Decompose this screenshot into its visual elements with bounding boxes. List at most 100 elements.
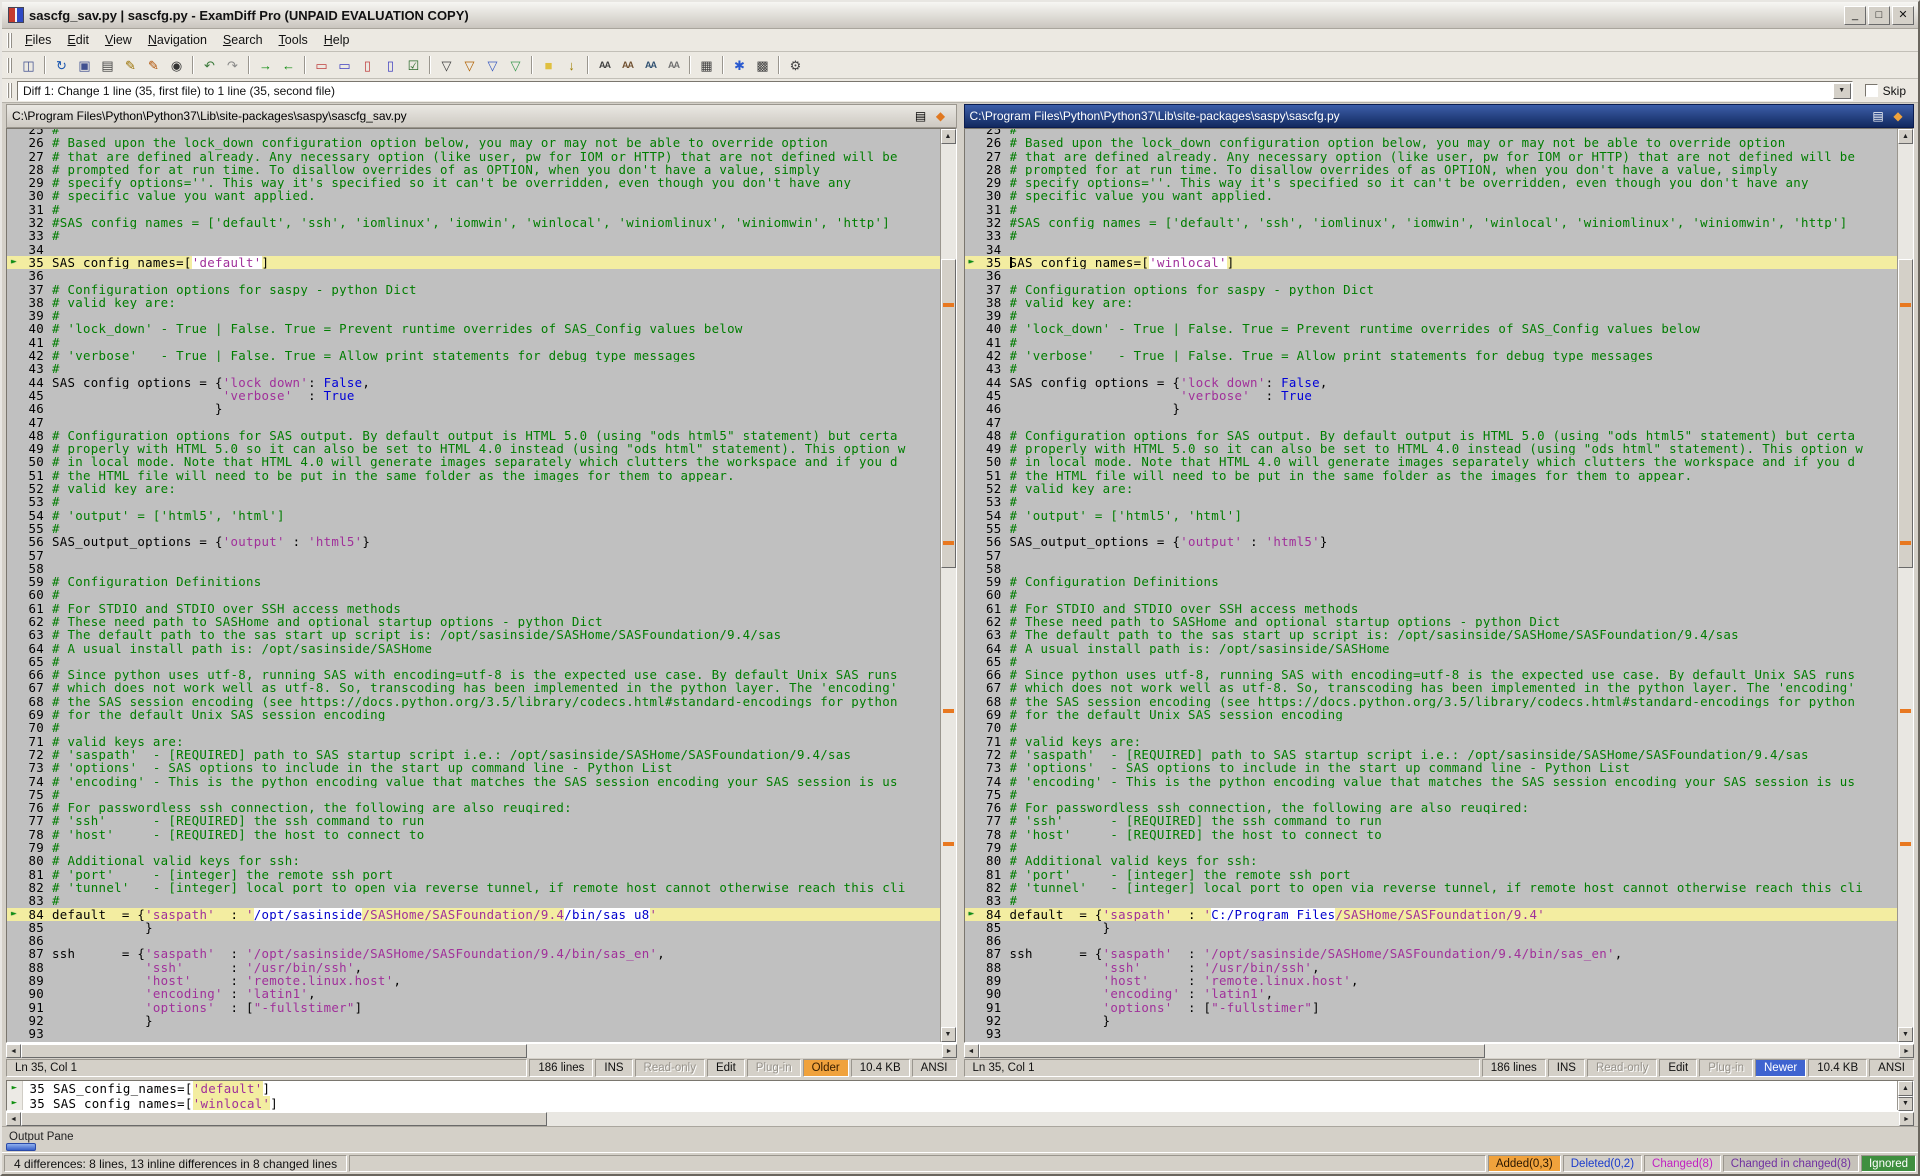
code-line-64[interactable]: 64# A usual install path is: /opt/sasins… [7,642,940,655]
options-button[interactable]: ⚙ [784,54,807,76]
menu-search[interactable]: Search [215,30,271,50]
swap-icon[interactable]: ◆ [1888,108,1908,125]
code-line-50[interactable]: 50# in local mode. Note that HTML 4.0 wi… [7,455,940,468]
right-horizontal-scrollbar[interactable]: ◄ ► [964,1043,1915,1058]
scroll-down-button[interactable]: ▼ [1898,1096,1913,1111]
scroll-left-button[interactable]: ◄ [6,1044,21,1058]
code-line-40[interactable]: 40# 'lock_down' - True | False. True = P… [965,322,1898,335]
code-line-31[interactable]: 31# [7,203,940,216]
code-line-79[interactable]: 79# [7,841,940,854]
scroll-right-button[interactable]: ► [942,1044,957,1058]
toolbar-grip[interactable] [7,58,12,73]
synchronize-button[interactable]: ✱ [728,54,751,76]
code-line-92[interactable]: 92 } [7,1014,940,1027]
code-line-32[interactable]: 32#SAS_config_names = ['default', 'ssh',… [965,216,1898,229]
code-line-36[interactable]: 36 [7,269,940,282]
code-line-67[interactable]: 67# which does not work well as utf-8. S… [965,681,1898,694]
code-line-54[interactable]: 54# 'output' = ['html5', 'html'] [7,509,940,522]
edit-first-file-button[interactable]: ✎ [119,54,142,76]
code-line-79[interactable]: 79# [965,841,1898,854]
code-line-45[interactable]: 45 'verbose' : True [965,389,1898,402]
minimize-button[interactable]: _ [1844,6,1866,25]
code-line-71[interactable]: 71# valid keys are: [7,735,940,748]
code-line-67[interactable]: 67# which does not work well as utf-8. S… [7,681,940,694]
code-line-58[interactable]: 58 [7,562,940,575]
code-line-41[interactable]: 41# [7,336,940,349]
right-pane-header[interactable]: C:\Program Files\Python\Python37\Lib\sit… [964,104,1915,128]
recompare-button[interactable]: ↻ [50,54,73,76]
code-line-70[interactable]: 70# [7,721,940,734]
diff-selector[interactable]: Diff 1: Change 1 line (35, first file) t… [17,81,1853,101]
code-line-62[interactable]: 62# These need path to SASHome and optio… [965,615,1898,628]
code-line-57[interactable]: 57 [7,549,940,562]
code-line-66[interactable]: 66# Since python uses utf-8, running SAS… [965,668,1898,681]
code-line-80[interactable]: 80# Additional valid keys for ssh: [965,854,1898,867]
code-line-47[interactable]: 47 [7,416,940,429]
highlight-inline-button[interactable]: ■ [537,54,560,76]
code-line-44[interactable]: 44SAS_config_options = {'lock_down': Fal… [7,376,940,389]
code-line-61[interactable]: 61# For STDIO and STDIO over SSH access … [7,602,940,615]
diff-line[interactable]: ►35SAS_config_names=['default'] [7,1081,1897,1096]
code-line-72[interactable]: 72# 'saspath' - [REQUIRED] path to SAS s… [965,748,1898,761]
code-line-91[interactable]: 91 'options' : ["-fullstimer"] [965,1001,1898,1014]
code-line-69[interactable]: 69# for the default Unix SAS session enc… [7,708,940,721]
code-line-52[interactable]: 52# valid key are: [965,482,1898,495]
code-line-50[interactable]: 50# in local mode. Note that HTML 4.0 wi… [965,455,1898,468]
menubar-grip[interactable] [7,33,12,48]
code-line-91[interactable]: 91 'options' : ["-fullstimer"] [7,1001,940,1014]
code-line-76[interactable]: 76# For passwordless ssh connection, the… [7,801,940,814]
chevron-down-icon[interactable]: ▼ [1833,83,1851,99]
code-line-54[interactable]: 54# 'output' = ['html5', 'html'] [965,509,1898,522]
code-line-28[interactable]: 28# prompted for at run time. To disallo… [7,163,940,176]
code-line-71[interactable]: 71# valid keys are: [965,735,1898,748]
code-line-34[interactable]: 34 [965,243,1898,256]
code-line-82[interactable]: 82# 'tunnel' - [integer] local port to o… [965,881,1898,894]
code-line-37[interactable]: 37# Configuration options for saspy - py… [7,283,940,296]
code-line-86[interactable]: 86 [7,934,940,947]
close-button[interactable]: ✕ [1892,6,1914,25]
code-line-73[interactable]: 73# 'options' - SAS options to include i… [7,761,940,774]
code-line-42[interactable]: 42# 'verbose' - True | False. True = All… [965,349,1898,362]
code-line-78[interactable]: 78# 'host' - [REQUIRED] the host to conn… [965,828,1898,841]
code-line-73[interactable]: 73# 'options' - SAS options to include i… [965,761,1898,774]
code-line-65[interactable]: 65# [7,655,940,668]
code-line-25[interactable]: 25# [965,129,1898,136]
left-pane-header[interactable]: C:\Program Files\Python\Python37\Lib\sit… [6,104,957,128]
scrollbar-thumb[interactable] [1898,1096,1913,1098]
code-line-28[interactable]: 28# prompted for at run time. To disallo… [965,163,1898,176]
right-vertical-scrollbar[interactable]: ▲ ▼ [1897,129,1913,1042]
code-line-84[interactable]: ►84default = {'saspath' : '/opt/sasinsid… [7,908,940,921]
output-pane-tab[interactable] [6,1143,36,1151]
code-line-35[interactable]: ►35SAS_config_names=['winlocal'] [965,256,1898,269]
scrollbar-thumb[interactable] [21,1044,527,1058]
code-line-82[interactable]: 82# 'tunnel' - [integer] local port to o… [7,881,940,894]
scrollbar-thumb[interactable] [979,1044,1485,1058]
code-line-56[interactable]: 56SAS_output_options = {'output' : 'html… [965,535,1898,548]
code-line-83[interactable]: 83# [965,894,1898,907]
code-line-59[interactable]: 59# Configuration Definitions [965,575,1898,588]
code-line-56[interactable]: 56SAS_output_options = {'output' : 'html… [7,535,940,548]
diff-line[interactable]: ►35SAS_config_names=['winlocal'] [7,1096,1897,1110]
find-previous-button[interactable]: AA [639,54,662,76]
code-line-26[interactable]: 26# Based upon the lock_down configurati… [965,136,1898,149]
edit-second-file-button[interactable]: ✎ [142,54,165,76]
code-line-39[interactable]: 39# [965,309,1898,322]
all-differences-button[interactable]: ▯ [379,54,402,76]
code-line-89[interactable]: 89 'host' : 'remote.linux.host', [7,974,940,987]
code-line-46[interactable]: 46 } [7,402,940,415]
show-deleted-filter-button[interactable]: ▽ [481,54,504,76]
title-bar[interactable]: sascfg_sav.py | sascfg.py - ExamDiff Pro… [2,2,1918,29]
code-line-34[interactable]: 34 [7,243,940,256]
swap-icon[interactable]: ◆ [931,108,951,125]
code-line-69[interactable]: 69# for the default Unix SAS session enc… [965,708,1898,721]
menu-edit[interactable]: Edit [59,30,97,50]
compare-button[interactable]: ◫ [17,54,40,76]
code-line-60[interactable]: 60# [7,588,940,601]
menu-navigation[interactable]: Navigation [140,30,215,50]
code-line-39[interactable]: 39# [7,309,940,322]
code-line-51[interactable]: 51# the HTML file will need to be put in… [7,469,940,482]
word-wrap-button[interactable]: ▩ [751,54,774,76]
code-line-48[interactable]: 48# Configuration options for SAS output… [7,429,940,442]
code-line-84[interactable]: ►84default = {'saspath' : 'C:/Program Fi… [965,908,1898,921]
code-line-48[interactable]: 48# Configuration options for SAS output… [965,429,1898,442]
